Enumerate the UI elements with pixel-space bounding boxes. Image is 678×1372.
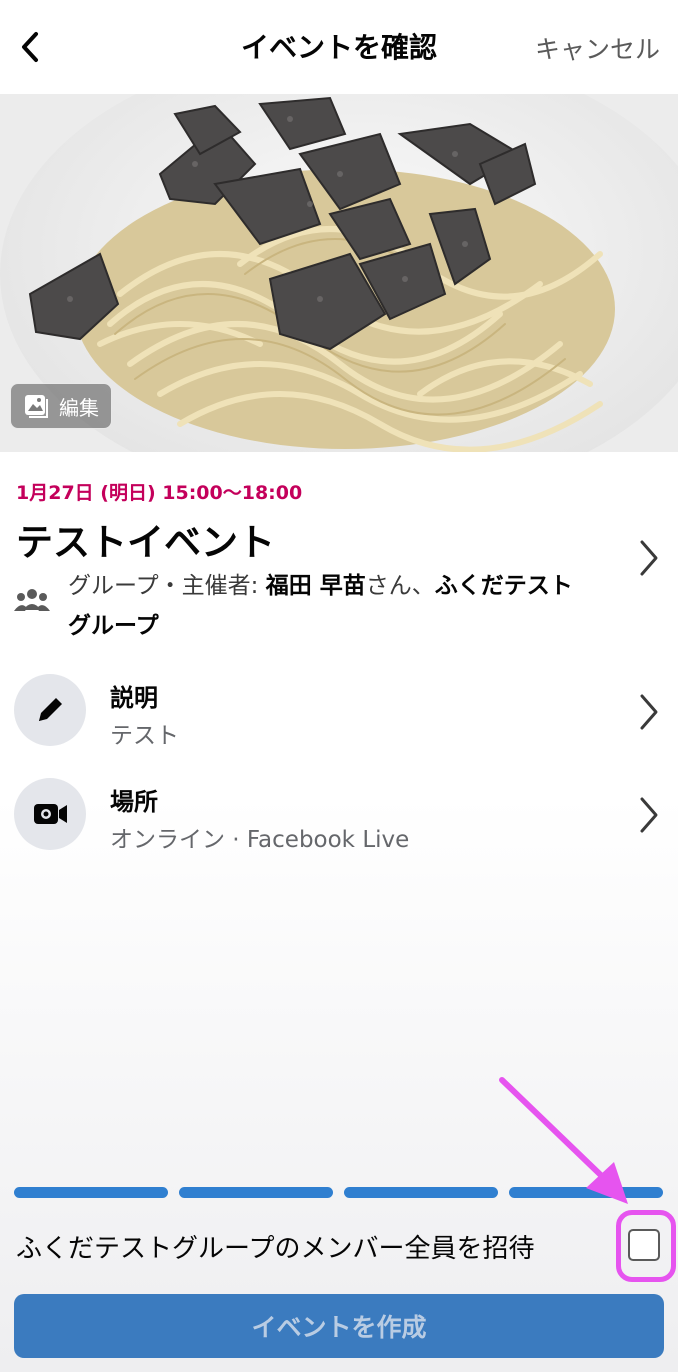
group-prefix: グループ・主催者:: [68, 573, 266, 599]
group-icon: [14, 589, 50, 611]
cancel-button[interactable]: キャンセル: [535, 30, 660, 66]
create-event-button[interactable]: イベントを作成: [14, 1294, 664, 1358]
progress-segment: [344, 1187, 498, 1198]
pencil-icon: [39, 698, 62, 721]
chevron-right-icon[interactable]: [634, 538, 664, 578]
location-icon-circle: [14, 778, 86, 850]
photo-icon: [25, 395, 48, 418]
chevron-right-icon[interactable]: [634, 795, 664, 835]
host-suffix: さん、: [365, 573, 435, 599]
host-name[interactable]: 福田 早苗: [266, 573, 366, 599]
video-camera-icon: [34, 804, 67, 824]
description-value: テスト: [110, 723, 179, 749]
location-label: 場所: [110, 788, 158, 816]
description-icon-circle: [14, 674, 86, 746]
header-bar: イベントを確認 キャンセル: [0, 0, 678, 94]
annotation-highlight: [616, 1210, 676, 1282]
group-name-line2[interactable]: グループ: [68, 613, 159, 639]
cover-photo: 編集: [0, 94, 678, 452]
edit-photo-label: 編集: [59, 395, 99, 420]
annotation-arrow-icon: [499, 1077, 628, 1204]
progress-segment: [14, 1187, 168, 1198]
group-name-line1[interactable]: ふくだテスト: [435, 573, 573, 599]
location-value: オンライン · Facebook Live: [110, 827, 410, 853]
event-title: テストイベント: [16, 521, 275, 564]
edit-photo-button[interactable]: 編集: [10, 383, 112, 429]
group-host-text: グループ・主催者: 福田 早苗さん、ふくだテストグループ: [68, 566, 638, 646]
location-row[interactable]: 場所 オンライン · Facebook Live: [14, 778, 664, 856]
progress-segment: [179, 1187, 333, 1198]
description-label: 説明: [110, 684, 158, 712]
event-date: 1月27日 (明日) 15:00〜18:00: [16, 482, 303, 504]
chevron-right-icon[interactable]: [634, 692, 664, 732]
description-row[interactable]: 説明 テスト: [14, 674, 664, 752]
invite-all-label: ふくだテストグループのメンバー全員を招待: [16, 1234, 535, 1264]
